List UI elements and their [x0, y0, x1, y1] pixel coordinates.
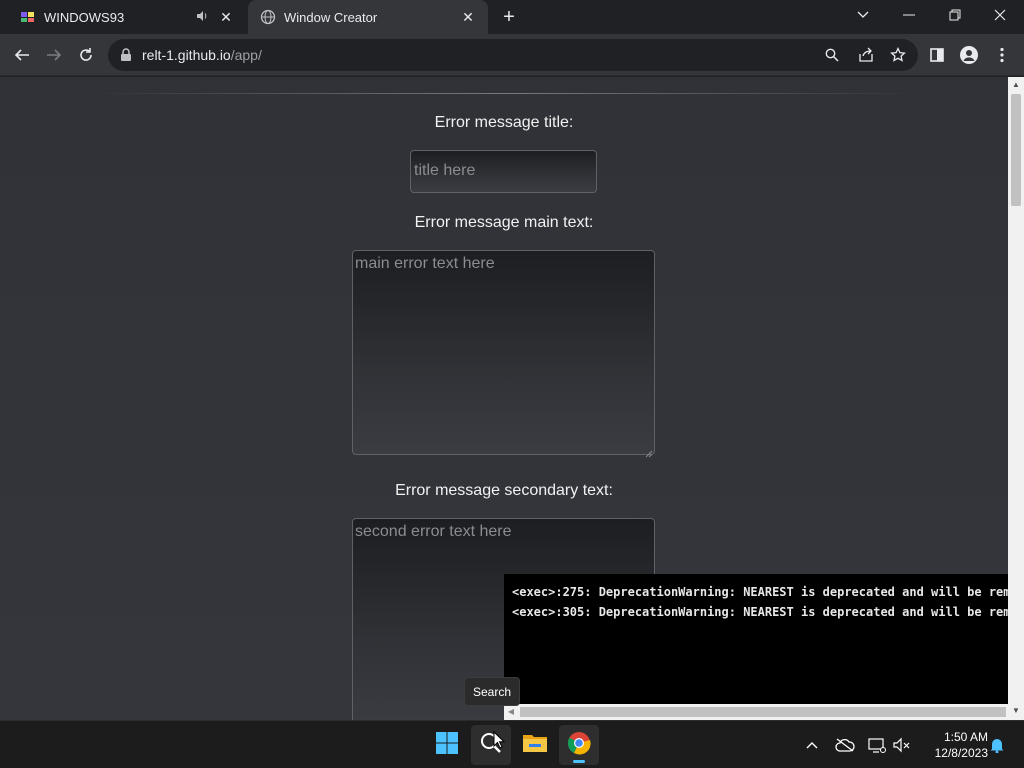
browser-toolbar: relt-1.github.io/app/ [0, 34, 1024, 76]
console-output: <exec>:275: DeprecationWarning: NEAREST … [504, 574, 1008, 704]
start-button[interactable] [427, 725, 467, 765]
url-host: relt-1.github.io [142, 47, 231, 63]
tab-title: WINDOWS93 [44, 9, 125, 25]
scrollbar-thumb[interactable] [520, 707, 1006, 717]
tab-windows93[interactable]: WINDOWS93 ✕ [8, 0, 246, 34]
main-text-label: Error message main text: [414, 214, 594, 231]
show-hidden-icons-chevron-icon[interactable] [800, 733, 824, 757]
url-path: /app/ [230, 47, 262, 63]
close-tab-icon[interactable]: ✕ [460, 9, 476, 26]
file-explorer-button[interactable] [515, 725, 555, 765]
reload-icon[interactable] [71, 40, 101, 70]
restore-icon[interactable] [933, 0, 977, 30]
main-text-area[interactable]: main error text here [352, 250, 655, 458]
search-tooltip: Search [464, 677, 520, 706]
tab-title: Window Creator [284, 9, 378, 25]
forward-icon[interactable] [39, 40, 69, 70]
taskbar-search-button[interactable] [471, 725, 511, 765]
scroll-up-icon[interactable]: ▲ [1011, 80, 1021, 90]
windows-logo-icon [435, 731, 459, 760]
globe-icon [260, 9, 276, 25]
scroll-down-icon[interactable]: ▼ [1011, 706, 1021, 716]
scroll-left-icon[interactable]: ◀ [506, 707, 516, 717]
onedrive-offline-icon[interactable] [833, 733, 857, 757]
menu-kebab-icon[interactable] [987, 40, 1017, 70]
address-bar[interactable]: relt-1.github.io/app/ [108, 39, 918, 71]
tab-strip: WINDOWS93 ✕ Window Creator ✕ + [0, 0, 1024, 34]
zoom-search-icon[interactable] [822, 45, 842, 65]
secondary-text-placeholder: second error text here [355, 523, 512, 540]
mouse-cursor-icon [493, 730, 506, 749]
tab-window-creator[interactable]: Window Creator ✕ [248, 0, 488, 34]
system-clock[interactable]: 1:50 AM 12/8/2023 [918, 729, 988, 761]
speaker-icon[interactable] [196, 10, 210, 25]
notification-bell-icon[interactable] [985, 733, 1009, 757]
resize-handle-icon[interactable] [645, 445, 653, 458]
side-panel-icon[interactable] [922, 40, 952, 70]
new-tab-icon[interactable]: + [498, 6, 520, 28]
title-input[interactable]: title here [410, 150, 597, 193]
profile-icon[interactable] [954, 40, 984, 70]
clock-date: 12/8/2023 [934, 746, 988, 760]
console-line: <exec>:275: DeprecationWarning: NEAREST … [512, 585, 1008, 599]
vertical-scrollbar[interactable]: ▲ ▼ [1008, 77, 1024, 720]
chrome-icon [567, 731, 591, 760]
console-line: <exec>:305: DeprecationWarning: NEAREST … [512, 605, 1008, 619]
divider [90, 93, 920, 94]
title-label: Error message title: [434, 114, 574, 131]
back-icon[interactable] [7, 40, 37, 70]
folder-icon [522, 732, 548, 759]
tab-search-chevron-icon[interactable] [841, 0, 885, 30]
lock-icon[interactable] [120, 48, 132, 62]
close-tab-icon[interactable]: ✕ [218, 9, 234, 26]
main-text-placeholder: main error text here [355, 255, 495, 272]
secondary-text-label: Error message secondary text: [395, 482, 613, 499]
taskbar: 1:50 AM 12/8/2023 [0, 720, 1024, 768]
scrollbar-thumb[interactable] [1011, 94, 1021, 206]
close-window-icon[interactable] [978, 0, 1022, 30]
console-horizontal-scrollbar[interactable]: ◀ [504, 704, 1008, 720]
windows93-favicon [20, 9, 36, 25]
volume-muted-icon[interactable] [890, 733, 914, 757]
minimize-icon[interactable] [887, 0, 931, 30]
share-icon[interactable] [856, 45, 876, 65]
bookmark-star-icon[interactable] [888, 45, 908, 65]
title-input-placeholder: title here [414, 162, 476, 179]
chrome-taskbar-button[interactable] [559, 725, 599, 765]
url-text: relt-1.github.io/app/ [142, 47, 262, 63]
network-icon[interactable] [865, 733, 889, 757]
clock-time: 1:50 AM [943, 730, 988, 744]
active-indicator [573, 760, 585, 763]
